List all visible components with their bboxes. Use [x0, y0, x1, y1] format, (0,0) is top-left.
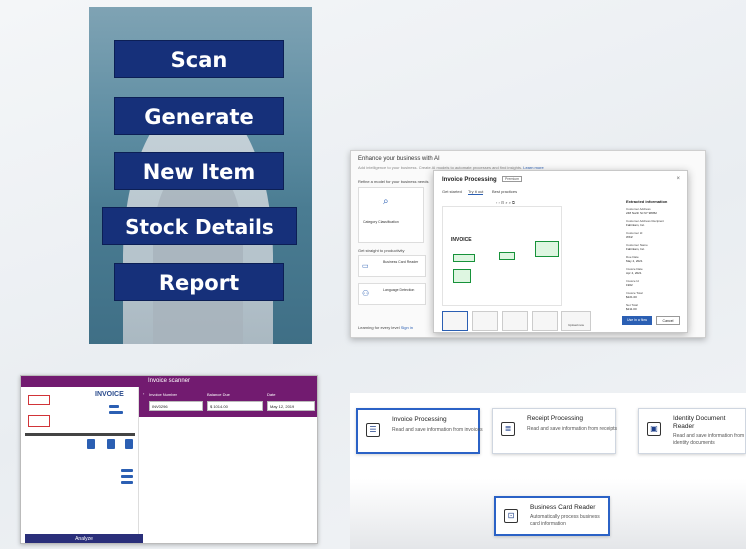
invoice-fields-pane: ‹ Invoice Number Balance Due Date INV029… [139, 387, 317, 543]
invoice-number-label: Invoice Number [149, 392, 178, 397]
new-item-button[interactable]: New Item [114, 152, 284, 190]
prebuilt-models-panel: ☰ Invoice Processing Read and save infor… [350, 393, 746, 549]
card-description: Read and save information from invoices [392, 427, 483, 433]
premium-badge: Premium [502, 176, 523, 182]
id-card-icon: ▣ [647, 422, 661, 436]
field-net-total: Net Total $211.00 [626, 303, 638, 311]
field-customer-address: Customer Address 248 North St NY 98052 [626, 207, 657, 215]
card-title: Business Card Reader [530, 504, 596, 511]
detected-field [109, 411, 123, 414]
scanned-invoice-heading: INVOICE [95, 391, 124, 398]
invoice-document-preview: INVOICE [442, 206, 562, 306]
highlight-company [535, 241, 559, 257]
detected-field [107, 439, 115, 449]
invoice-processing-card[interactable]: ☰ Invoice Processing Read and save infor… [356, 408, 483, 454]
tab-get-started[interactable]: Get started [442, 189, 462, 194]
thumbnail-3[interactable] [502, 311, 528, 331]
upload-label: Upload new [568, 323, 584, 327]
stock-details-button[interactable]: Stock Details [102, 207, 297, 245]
detected-region-from [28, 395, 50, 405]
field-invoice-total: Invoice Total $221.00 [626, 291, 643, 299]
date-label: Date [267, 392, 276, 397]
analyze-button[interactable]: Analyze [25, 534, 143, 543]
card-description: Read and save information from identity … [673, 433, 745, 446]
detected-field [121, 481, 133, 484]
date-field[interactable]: May 12, 2019 [267, 401, 315, 411]
invoice-icon: ☰ [366, 423, 380, 437]
business-card-mini[interactable]: ▭ Business Card Reader [358, 255, 426, 277]
field-customer-id: Customer Id WKZ [626, 231, 643, 239]
thumbnail-1[interactable] [442, 311, 468, 331]
card-title: Invoice Processing [392, 416, 447, 423]
highlight-invoice-no [499, 252, 515, 260]
detected-field [125, 439, 133, 449]
balance-due-field[interactable]: $ 1014.00 [207, 401, 263, 411]
highlight-date [453, 254, 475, 262]
tab-try-it-out[interactable]: Try it out [468, 189, 484, 195]
fields-header-band: ‹ Invoice Number Balance Due Date INV029… [139, 387, 317, 417]
chevron-left-icon[interactable]: ‹ [143, 391, 144, 396]
scanner-title-bar: Invoice scanner [21, 376, 317, 387]
cancel-button[interactable]: Cancel [656, 316, 680, 325]
thumbnail-4[interactable] [532, 311, 558, 331]
ai-builder-heading: Enhance your business with AI [358, 156, 440, 162]
thumbnail-2[interactable] [472, 311, 498, 331]
detected-field [87, 439, 95, 449]
line-items-header [25, 433, 135, 436]
field-customer-recipient: Customer Address Recipient Fabrikam, Inc. [626, 219, 665, 227]
invoice-processing-dialog: Invoice Processing Premium × Get started… [433, 170, 688, 333]
invoice-image-pane: INVOICE [21, 387, 139, 543]
business-card-icon: ▭ [362, 263, 369, 270]
business-card-mini-title: Business Card Reader [383, 260, 419, 264]
category-classification-card[interactable]: ⌕ Category Classification [358, 187, 424, 243]
sign-in-link[interactable]: Sign in [401, 325, 413, 330]
language-icon: ⚇ [362, 289, 370, 298]
language-detection-title: Language Detection [383, 288, 415, 292]
magnifier-icon: ⌕ [383, 196, 389, 207]
receipt-processing-card[interactable]: ≣ Receipt Processing Read and save infor… [492, 408, 617, 454]
field-invoice-id: Invoice Id 1902 [626, 279, 639, 287]
highlight-bill-to [453, 269, 471, 283]
refine-heading: Refine a model for your business needs [358, 179, 429, 184]
generate-button[interactable]: Generate [114, 97, 284, 135]
field-invoice-date: Invoice Date Apr 4, 2021 [626, 267, 643, 275]
use-in-flow-button[interactable]: Use in a flow [622, 316, 652, 325]
card-description: Read and save information from receipts [527, 426, 618, 432]
language-detection-mini[interactable]: ⚇ Language Detection [358, 283, 426, 305]
field-customer-name: Customer Name Fabrikam, Inc. [626, 243, 648, 251]
card-title: Identity Document Reader [673, 415, 726, 430]
identity-document-card[interactable]: ▣ Identity Document Reader Read and save… [638, 408, 746, 454]
business-card-reader-card[interactable]: ⊡ Business Card Reader Automatically pro… [494, 496, 610, 536]
extracted-info-heading: Extracted information [626, 199, 668, 204]
receipt-icon: ≣ [501, 422, 515, 436]
boat-deck [153, 167, 243, 344]
detected-field [121, 469, 133, 472]
field-due-date: Due Date May 4, 2021 [626, 255, 643, 263]
ai-builder-screen: Enhance your business with AI Add intell… [350, 150, 706, 338]
mobile-menu-screen: Scan Generate New Item Stock Details Rep… [89, 7, 312, 344]
learning-text: Learning for every level Sign in [358, 325, 413, 330]
detected-field [109, 405, 119, 408]
close-icon[interactable]: × [676, 176, 680, 182]
business-card-icon: ⊡ [504, 509, 518, 523]
card-description: Automatically process business card info… [530, 514, 600, 527]
invoice-number-field[interactable]: INV0296 [149, 401, 203, 411]
document-toolbar[interactable]: ‹ › ⊟ ⌕ ⌕ ⧉ [496, 200, 515, 205]
scan-button[interactable]: Scan [114, 40, 284, 78]
detected-field [121, 475, 133, 478]
get-straight-heading: Get straight to productivity [358, 248, 405, 253]
card-title: Receipt Processing [527, 415, 583, 422]
dialog-title: Invoice Processing [442, 177, 497, 183]
upload-new-button[interactable]: Upload new [561, 311, 591, 331]
invoice-scanner-app: Invoice scanner INVOICE Analyze ‹ Invoic… [20, 375, 318, 544]
balance-due-label: Balance Due [207, 392, 230, 397]
detected-region-billto [28, 415, 50, 427]
report-button[interactable]: Report [114, 263, 284, 301]
tab-best-practices[interactable]: Best practices [492, 189, 517, 194]
category-title: Category Classification [363, 220, 399, 224]
invoice-word: INVOICE [451, 237, 472, 243]
